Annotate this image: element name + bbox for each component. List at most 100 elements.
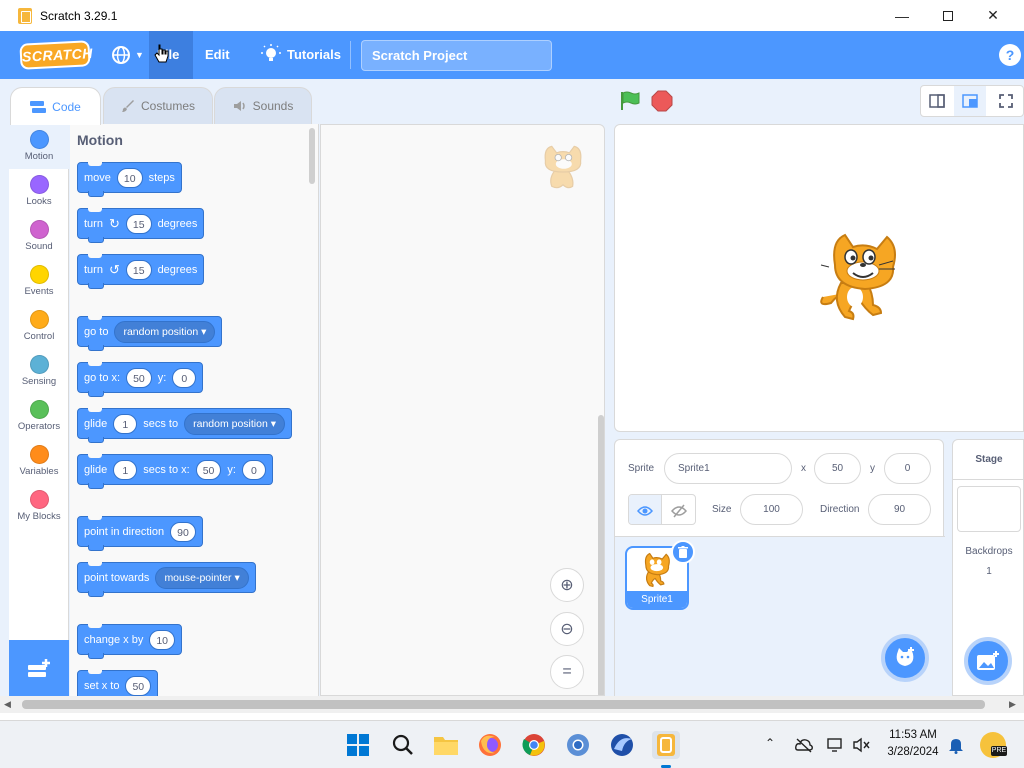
clock-date[interactable]: 3/28/2024 <box>880 746 946 758</box>
block-set-x[interactable]: set x to 50 <box>77 670 159 696</box>
block-input[interactable]: 10 <box>116 167 143 188</box>
tab-sounds[interactable]: Sounds <box>214 87 312 124</box>
block-point-in-direction[interactable]: point in direction 90 <box>77 516 203 551</box>
block-turn-right[interactable]: turn ↻ 15 degrees <box>77 208 205 243</box>
project-title-input[interactable]: Scratch Project <box>361 40 552 71</box>
chrome-button[interactable] <box>520 731 548 759</box>
speaker-icon <box>233 101 245 111</box>
size-input[interactable]: 100 <box>740 494 803 525</box>
tutorials-menu[interactable]: Tutorials <box>287 31 341 79</box>
direction-input[interactable]: 90 <box>868 494 931 525</box>
script-scrollbar[interactable] <box>598 415 604 695</box>
block-input[interactable]: 15 <box>125 213 152 234</box>
horizontal-scrollbar[interactable]: ◀ ▶ <box>0 696 1024 713</box>
block-point-towards[interactable]: point towards mouse-pointer <box>77 562 256 597</box>
help-icon[interactable]: ? <box>999 44 1021 66</box>
block-glide-to-xy[interactable]: glide 1 secs to x: 50 y: 0 <box>77 454 273 489</box>
minimize-button[interactable]: — <box>879 0 925 31</box>
block-glide-to[interactable]: glide 1 secs to random position <box>77 408 293 443</box>
category-looks[interactable]: Looks <box>9 169 69 214</box>
start-button[interactable] <box>344 731 372 759</box>
edit-menu[interactable]: Edit <box>205 31 230 79</box>
category-my-blocks[interactable]: My Blocks <box>9 484 69 529</box>
stage-selector-panel[interactable]: Stage Backdrops 1 <box>952 439 1024 696</box>
sprite-name-input[interactable]: Sprite1 <box>664 453 792 484</box>
block-input[interactable]: 50 <box>126 367 152 388</box>
scratch-taskbar-button[interactable] <box>652 731 680 759</box>
block-change-x[interactable]: change x by 10 <box>77 624 183 659</box>
window-titlebar[interactable]: Scratch 3.29.1 — ✕ <box>0 0 1024 31</box>
block-input[interactable]: 0 <box>241 459 266 480</box>
copilot-pre-icon[interactable]: PRE <box>980 732 1007 758</box>
block-input[interactable]: 50 <box>125 675 152 696</box>
clock-time[interactable]: 11:53 AM <box>880 729 946 741</box>
category-events[interactable]: Events <box>9 259 69 304</box>
block-input[interactable]: 90 <box>170 521 196 542</box>
x-input[interactable]: 50 <box>814 453 861 484</box>
backdrops-count: 1 <box>986 566 992 577</box>
y-input[interactable]: 0 <box>884 453 931 484</box>
choose-backdrop-button[interactable] <box>964 637 1012 685</box>
firefox-button[interactable] <box>476 731 504 759</box>
small-stage-button[interactable] <box>921 86 953 116</box>
mouse-cursor-icon <box>154 44 169 63</box>
scratch-logo[interactable]: SCRATCH <box>19 40 93 70</box>
category-label: Control <box>23 331 55 342</box>
category-sound[interactable]: Sound <box>9 214 69 259</box>
category-sensing[interactable]: Sensing <box>9 349 69 394</box>
file-explorer-button[interactable] <box>432 731 460 759</box>
show-hidden-icons-icon[interactable]: ⌃ <box>765 736 775 750</box>
stop-button[interactable] <box>651 90 673 112</box>
network-icon[interactable] <box>827 737 845 753</box>
block-move-steps[interactable]: move 10 steps <box>77 162 182 197</box>
normal-stage-button[interactable] <box>954 86 986 116</box>
search-button[interactable] <box>389 731 417 759</box>
block-input[interactable]: 10 <box>149 629 176 650</box>
close-button[interactable]: ✕ <box>970 0 1016 31</box>
tab-code[interactable]: Code <box>10 87 101 125</box>
block-dropdown[interactable]: random position <box>184 412 286 435</box>
thunderbird-button[interactable] <box>608 731 636 759</box>
block-input[interactable]: 0 <box>172 367 197 388</box>
block-dropdown[interactable]: mouse-pointer <box>155 566 249 589</box>
zoom-in-button[interactable]: ⊕ <box>550 568 584 602</box>
notification-bell-icon[interactable] <box>948 737 964 754</box>
add-extension-button[interactable] <box>9 640 69 696</box>
category-control[interactable]: Control <box>9 304 69 349</box>
tab-costumes[interactable]: Costumes <box>103 87 213 124</box>
scratch-cat-sprite[interactable] <box>819 231 903 323</box>
palette-scrollbar[interactable] <box>309 128 315 184</box>
zoom-reset-button[interactable]: = <box>550 655 584 689</box>
block-dropdown[interactable]: random position <box>114 320 216 343</box>
show-sprite-button[interactable] <box>629 495 663 524</box>
block-input[interactable]: 1 <box>113 413 138 434</box>
block-text: turn <box>84 217 103 230</box>
stage[interactable] <box>614 124 1024 432</box>
category-motion[interactable]: Motion <box>9 124 69 169</box>
category-operators[interactable]: Operators <box>9 394 69 439</box>
block-go-to[interactable]: go to random position <box>77 316 223 351</box>
stage-thumbnail[interactable] <box>957 486 1021 532</box>
block-input[interactable]: 1 <box>113 459 138 480</box>
block-input[interactable]: 15 <box>125 259 152 280</box>
block-go-to-xy[interactable]: go to x: 50 y: 0 <box>77 362 204 397</box>
script-area[interactable]: ⊕ ⊖ = <box>320 124 605 696</box>
maximize-button[interactable] <box>925 0 971 31</box>
category-variables[interactable]: Variables <box>9 439 69 484</box>
zoom-out-button[interactable]: ⊖ <box>550 612 584 646</box>
scroll-left-icon[interactable]: ◀ <box>4 699 11 710</box>
horizontal-scroll-thumb[interactable] <box>22 700 985 709</box>
fullscreen-button[interactable] <box>990 86 1022 116</box>
chromium-button[interactable] <box>564 731 592 759</box>
block-turn-left[interactable]: turn ↺ 15 degrees <box>77 254 205 289</box>
onedrive-offline-icon[interactable] <box>795 737 813 753</box>
choose-sprite-button[interactable] <box>881 634 929 682</box>
green-flag-button[interactable] <box>619 90 641 112</box>
volume-muted-icon[interactable] <box>853 737 871 753</box>
scroll-right-icon[interactable]: ▶ <box>1009 699 1016 710</box>
hide-sprite-button[interactable] <box>662 495 695 524</box>
delete-sprite-button[interactable] <box>671 540 695 564</box>
block-input[interactable]: 50 <box>195 459 222 480</box>
language-menu[interactable]: ▼ <box>107 31 147 79</box>
category-label: Looks <box>26 196 52 207</box>
